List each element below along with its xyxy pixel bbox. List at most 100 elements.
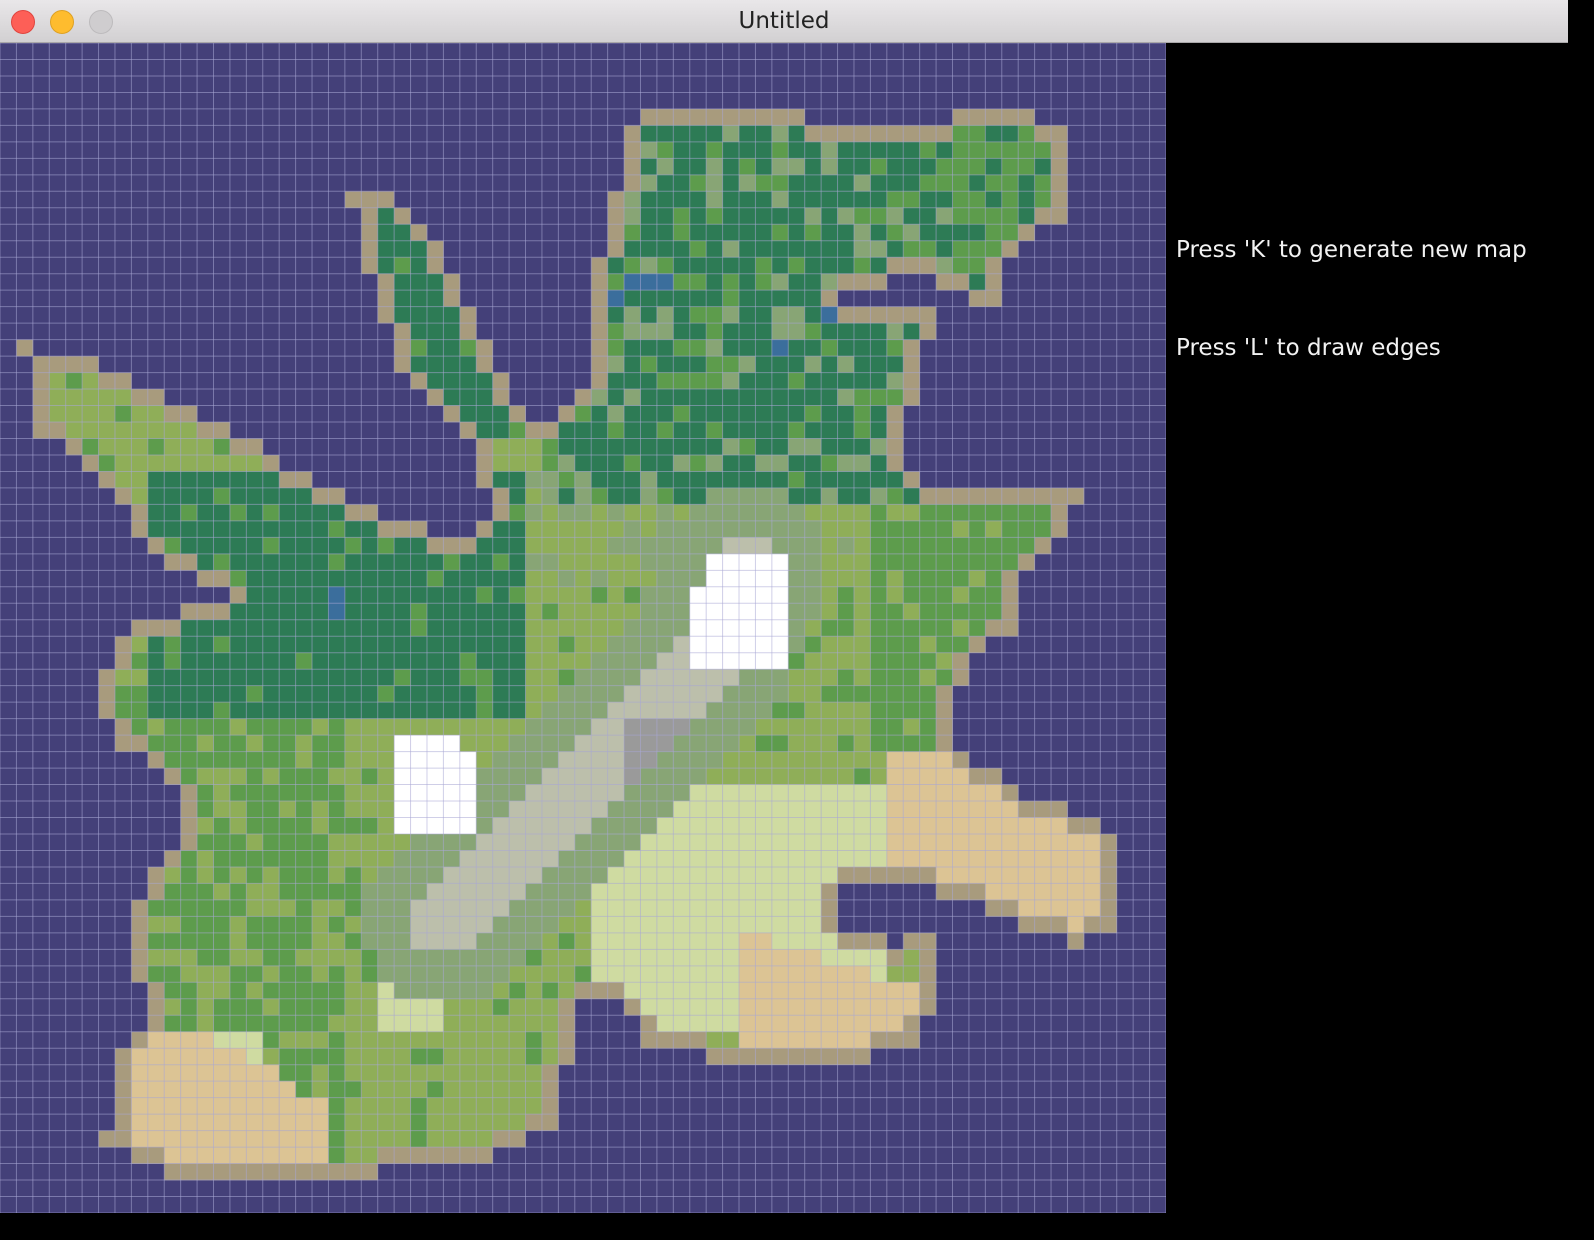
map-tile (903, 1015, 920, 1033)
map-tile (361, 702, 379, 719)
map-tile (591, 899, 608, 917)
map-tile (640, 636, 658, 654)
map-tile (771, 389, 789, 406)
map-tile (295, 932, 313, 950)
map-tile (689, 306, 707, 324)
map-tile (640, 586, 658, 604)
map-tile (558, 438, 576, 456)
map-tile (246, 1147, 264, 1164)
map-tile (853, 735, 871, 752)
map-tile (344, 735, 362, 752)
map-tile (131, 520, 149, 538)
map-tile (509, 487, 526, 505)
map-tile (377, 1031, 395, 1049)
map-tile (656, 389, 674, 406)
map-tile (607, 718, 625, 736)
map-tile (394, 916, 411, 934)
map-tile (886, 801, 904, 818)
terrain-map[interactable] (0, 43, 1166, 1213)
map-tile (476, 833, 493, 851)
map-tile (853, 570, 871, 588)
map-tile (394, 1097, 411, 1115)
map-tile (279, 570, 296, 588)
map-tile (476, 405, 493, 423)
map-tile (755, 273, 773, 291)
map-tile (837, 257, 855, 275)
map-tile (213, 883, 231, 901)
map-tile (262, 916, 280, 934)
map-tile (853, 224, 871, 242)
map-tile (131, 652, 149, 670)
map-tile (229, 652, 247, 670)
map-tile (476, 932, 493, 950)
map-tile (525, 1048, 543, 1065)
map-tile (591, 982, 608, 1000)
map-tile (377, 520, 395, 538)
map-tile (558, 768, 576, 785)
map-tile (147, 685, 165, 703)
map-tile (968, 125, 986, 143)
map-tile (706, 998, 723, 1016)
map-tile (476, 1015, 493, 1033)
map-tile (410, 372, 428, 390)
map-tile (476, 471, 493, 489)
map-tile (771, 883, 789, 901)
map-tile (722, 306, 740, 324)
map-tile (476, 586, 493, 604)
map-view[interactable] (0, 43, 1166, 1213)
map-tile (853, 504, 871, 522)
map-tile (952, 768, 970, 785)
map-tile (459, 833, 477, 851)
map-tile (624, 438, 641, 456)
map-tile (328, 718, 346, 736)
map-tile (837, 1048, 855, 1065)
map-tile (788, 257, 805, 275)
map-tile (656, 603, 674, 621)
map-tile (640, 158, 658, 176)
map-tile (624, 998, 641, 1016)
map-tile (459, 685, 477, 703)
map-tile (476, 735, 493, 752)
map-tile (624, 191, 641, 209)
map-tile (788, 735, 805, 752)
map-tile (952, 224, 970, 242)
map-tile (98, 685, 116, 703)
map-tile (952, 273, 970, 291)
map-tile (361, 1114, 379, 1131)
map-tile (706, 784, 723, 802)
map-tile (1034, 158, 1052, 176)
map-tile (509, 866, 526, 884)
title-bar[interactable]: Untitled (0, 0, 1568, 43)
map-tile (804, 438, 822, 456)
map-tile (788, 240, 805, 258)
map-tile (739, 306, 756, 324)
map-tile (706, 438, 723, 456)
map-tile (739, 784, 756, 802)
map-tile (377, 619, 395, 637)
map-tile (180, 1114, 198, 1131)
map-tile (706, 735, 723, 752)
map-tile (689, 669, 707, 686)
map-tile (312, 603, 329, 621)
map-tile (492, 537, 510, 555)
map-tile (607, 932, 625, 950)
map-tile (492, 422, 510, 439)
map-tile (624, 899, 641, 917)
map-tile (624, 965, 641, 983)
map-tile (492, 1064, 510, 1082)
map-tile (426, 833, 444, 851)
map-tile (722, 735, 740, 752)
map-tile (443, 751, 461, 769)
map-tile (640, 751, 658, 769)
map-tile (279, 1130, 296, 1148)
map-tile (656, 619, 674, 637)
map-tile (410, 520, 428, 538)
map-tile (312, 965, 329, 983)
map-tile (262, 553, 280, 571)
map-tile (246, 998, 264, 1016)
map-tile (443, 652, 461, 670)
map-tile (410, 669, 428, 686)
map-tile (722, 273, 740, 291)
map-tile (689, 702, 707, 719)
map-tile (919, 553, 937, 571)
